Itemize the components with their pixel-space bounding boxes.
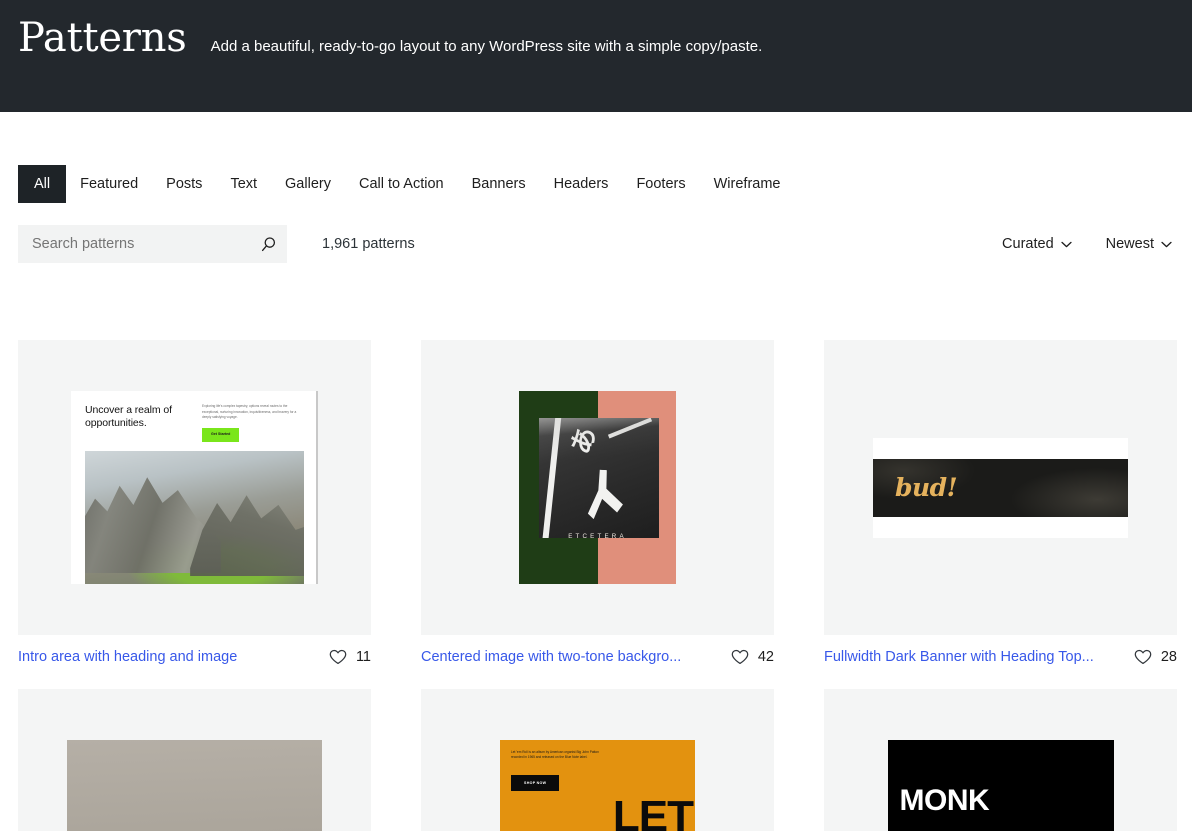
preview-caption: ETCETERA [519,533,676,540]
preview-banner-heading: bud! [895,475,957,500]
search-and-filter-toolbar: 1,961 patterns Curated Newest [0,225,1192,263]
pattern-grid: Uncover a realm of opportunities. Explor… [0,340,1192,831]
tab-banners[interactable]: Banners [458,165,540,203]
search-input[interactable] [18,225,287,263]
favorite-button[interactable]: 11 [329,649,371,665]
pattern-title-link[interactable]: Fullwidth Dark Banner with Heading Top..… [824,649,1094,665]
preview-django-layout: DJANGO [67,740,322,831]
tab-footers[interactable]: Footers [622,165,699,203]
sort-dropdown-label: Newest [1106,236,1154,252]
tab-all[interactable]: All [18,165,66,203]
pattern-preview[interactable]: Let 'em Roll is an album by American org… [421,689,774,831]
tab-gallery[interactable]: Gallery [271,165,345,203]
heart-icon [731,649,749,665]
preview-intro-right: Exploring life's complex tapestry, optio… [202,404,302,442]
pattern-preview[interactable]: あ ETCETERA [421,340,774,635]
pattern-card: Let 'em Roll is an album by American org… [421,689,774,831]
pattern-card: DJANGO [18,689,371,831]
preview-two-tone-layout: あ ETCETERA [519,391,676,584]
preview-cta-button: Get Started [202,428,239,442]
preview-road-image: あ [539,418,659,538]
tab-wireframe[interactable]: Wireframe [700,165,795,203]
chevron-down-icon [1161,241,1172,248]
image-shading [539,418,659,538]
curated-dropdown-label: Curated [1002,236,1054,252]
pattern-card: MONK [824,689,1177,831]
tab-posts[interactable]: Posts [152,165,216,203]
favorite-button[interactable]: 28 [1134,649,1177,665]
favorite-count: 42 [758,649,774,665]
preview-dark-banner-layout: bud! [873,438,1128,538]
preview-body-text: Exploring life's complex tapestry, optio… [202,404,302,422]
preview-body-text: Let 'em Roll is an album by American org… [511,750,603,767]
site-tagline: Add a beautiful, ready-to-go layout to a… [211,37,763,57]
filter-controls: Curated Newest [1000,232,1174,256]
tab-call-to-action[interactable]: Call to Action [345,165,458,203]
preview-mountain-image [85,451,304,584]
pattern-card-footer: Centered image with two-tone backgro... … [421,647,774,667]
curated-dropdown[interactable]: Curated [1000,232,1074,256]
tab-text[interactable]: Text [216,165,271,203]
preview-intro-layout: Uncover a realm of opportunities. Explor… [71,391,318,584]
preview-heading: Uncover a realm of opportunities. [85,404,190,442]
preview-let-layout: Let 'em Roll is an album by American org… [500,740,695,831]
preview-large-heading: LET [613,798,693,831]
pattern-card: あ ETCETERA Centered image with two-tone … [421,340,774,667]
category-nav: All Featured Posts Text Gallery Call to … [0,165,1192,203]
search-field-wrapper [18,225,287,263]
tab-headers[interactable]: Headers [540,165,623,203]
heart-icon [1134,649,1152,665]
favorite-button[interactable]: 42 [731,649,774,665]
search-icon [260,236,277,253]
preview-intro-top: Uncover a realm of opportunities. Explor… [85,404,302,442]
preview-shop-now-button: SHOP NOW [511,775,559,791]
preview-monk-heading: MONK [900,786,990,816]
heart-icon [329,649,347,665]
pattern-card: bud! Fullwidth Dark Banner with Heading … [824,340,1177,667]
pattern-preview[interactable]: MONK [824,689,1177,831]
sort-dropdown[interactable]: Newest [1104,232,1174,256]
site-logo[interactable]: Patterns [18,14,187,62]
site-header: Patterns Add a beautiful, ready-to-go la… [0,0,1192,112]
chevron-down-icon [1061,241,1072,248]
pattern-card: Uncover a realm of opportunities. Explor… [18,340,371,667]
favorite-count: 28 [1161,649,1177,665]
search-submit-button[interactable] [255,231,281,257]
pattern-preview[interactable]: bud! [824,340,1177,635]
pattern-title-link[interactable]: Centered image with two-tone backgro... [421,649,681,665]
tab-featured[interactable]: Featured [66,165,152,203]
preview-banner-strip: bud! [873,459,1128,517]
result-count: 1,961 patterns [322,236,415,252]
pattern-title-link[interactable]: Intro area with heading and image [18,649,237,665]
favorite-count: 11 [356,649,371,665]
pattern-card-footer: Intro area with heading and image 11 [18,647,371,667]
pattern-card-footer: Fullwidth Dark Banner with Heading Top..… [824,647,1177,667]
preview-monk-layout: MONK [888,740,1114,831]
pattern-preview[interactable]: Uncover a realm of opportunities. Explor… [18,340,371,635]
pattern-preview[interactable]: DJANGO [18,689,371,831]
